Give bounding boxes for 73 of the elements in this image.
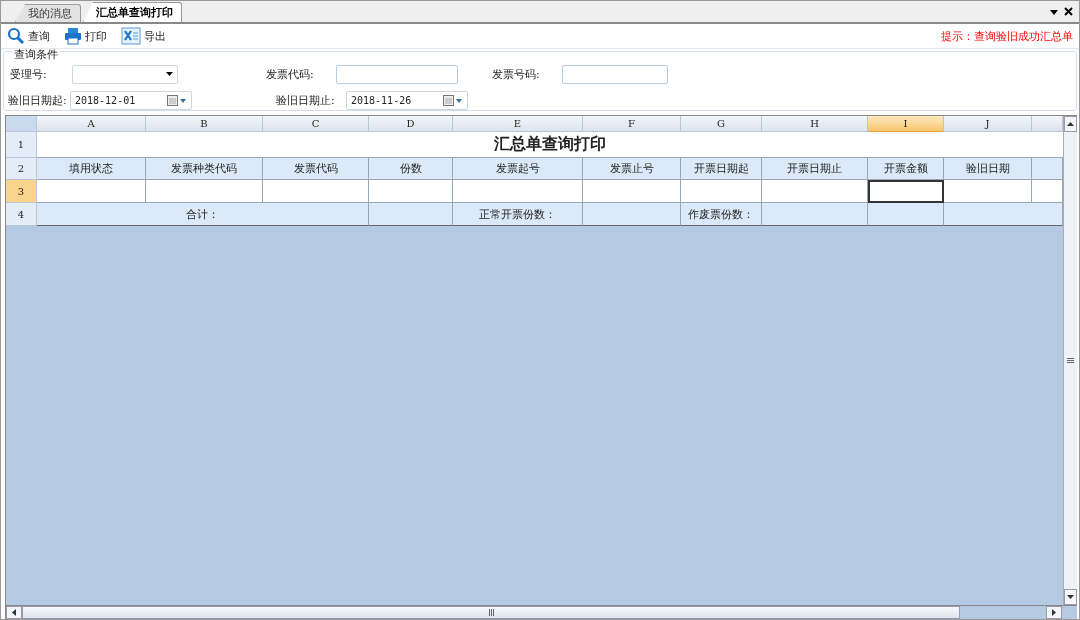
down-arrow-icon[interactable] <box>1067 595 1074 599</box>
table-header-cell: 发票代码 <box>263 158 369 180</box>
right-arrow-icon[interactable] <box>1052 609 1056 616</box>
column-header[interactable]: G <box>681 116 762 132</box>
vertical-scrollbar[interactable] <box>1063 116 1077 605</box>
table-header-cell: 填用状态 <box>37 158 146 180</box>
column-header[interactable]: F <box>583 116 681 132</box>
column-header[interactable]: B <box>146 116 263 132</box>
column-header[interactable]: C <box>263 116 369 132</box>
table-header-cell: 发票止号 <box>583 158 681 180</box>
column-header[interactable]: I <box>868 116 944 132</box>
field-label: 验旧日期止: <box>276 92 336 108</box>
table-cell[interactable] <box>369 180 453 203</box>
table-header-cell: 发票起号 <box>453 158 583 180</box>
table-header-cell: 开票日期起 <box>681 158 762 180</box>
toolbar-button[interactable]: 打印 <box>64 27 107 45</box>
date-field[interactable]: 2018-11-26 <box>346 90 468 110</box>
column-header[interactable]: E <box>453 116 583 132</box>
dropdown-field[interactable] <box>72 64 178 84</box>
up-arrow-icon[interactable] <box>1067 122 1074 126</box>
spreadsheet-export-icon <box>121 27 141 45</box>
grip-icon <box>488 609 494 616</box>
column-header[interactable]: D <box>369 116 453 132</box>
table-header-cell: 份数 <box>369 158 453 180</box>
printer-icon <box>64 27 82 45</box>
field-label: 发票号码: <box>492 66 541 82</box>
row-header[interactable]: 1 <box>6 132 37 158</box>
field-label: 发票代码: <box>266 66 315 82</box>
toolbar-button[interactable]: 导出 <box>121 27 166 45</box>
table-cell[interactable] <box>37 180 146 203</box>
table-cell[interactable] <box>263 180 369 203</box>
calendar-icon <box>443 94 463 106</box>
table-cell[interactable] <box>944 180 1032 203</box>
column-header[interactable]: A <box>37 116 146 132</box>
table-header-cell: 开票日期止 <box>762 158 868 180</box>
caret-icon <box>166 72 173 76</box>
table-header-cell: 开票金额 <box>868 158 944 180</box>
grip-icon <box>1067 358 1074 363</box>
row-header[interactable]: 2 <box>6 158 37 180</box>
table-header-cell <box>1032 158 1063 180</box>
hint-text: 提示：查询验旧成功汇总单 <box>941 28 1073 44</box>
table-cell[interactable] <box>146 180 263 203</box>
panel-title: 查询条件 <box>12 49 60 61</box>
field-label: 受理号: <box>10 66 48 82</box>
dropdown-icon[interactable] <box>1050 10 1058 15</box>
field-label: 验旧日期起: <box>8 92 68 108</box>
table-cell[interactable] <box>868 180 944 203</box>
column-header[interactable]: J <box>944 116 1032 132</box>
tab[interactable]: 我的消息 <box>15 4 81 22</box>
table-header-cell: 验旧日期 <box>944 158 1032 180</box>
table-cell[interactable] <box>1032 180 1063 203</box>
table-cell[interactable] <box>762 180 868 203</box>
row-header[interactable]: 3 <box>6 180 37 203</box>
text-field[interactable] <box>336 64 458 84</box>
column-header[interactable]: H <box>762 116 868 132</box>
close-icon[interactable] <box>1064 7 1073 16</box>
toolbar-button[interactable]: 查询 <box>7 27 50 45</box>
total-label: 合计： <box>37 203 369 226</box>
left-arrow-icon[interactable] <box>12 609 16 616</box>
text-field[interactable] <box>562 64 668 84</box>
calendar-icon <box>167 94 187 106</box>
horizontal-scrollbar[interactable] <box>6 605 1077 619</box>
date-field[interactable]: 2018-12-01 <box>70 90 192 110</box>
tab[interactable]: 汇总单查询打印 <box>83 2 182 22</box>
table-cell[interactable] <box>453 180 583 203</box>
row-header[interactable]: 4 <box>6 203 37 226</box>
search-icon <box>7 27 25 45</box>
sheet-title: 汇总单查询打印 <box>37 132 1063 158</box>
table-header-cell: 发票种类代码 <box>146 158 263 180</box>
void-count-label: 作废票份数： <box>681 203 762 226</box>
table-cell[interactable] <box>681 180 762 203</box>
normal-count-label: 正常开票份数： <box>453 203 583 226</box>
table-cell[interactable] <box>583 180 681 203</box>
